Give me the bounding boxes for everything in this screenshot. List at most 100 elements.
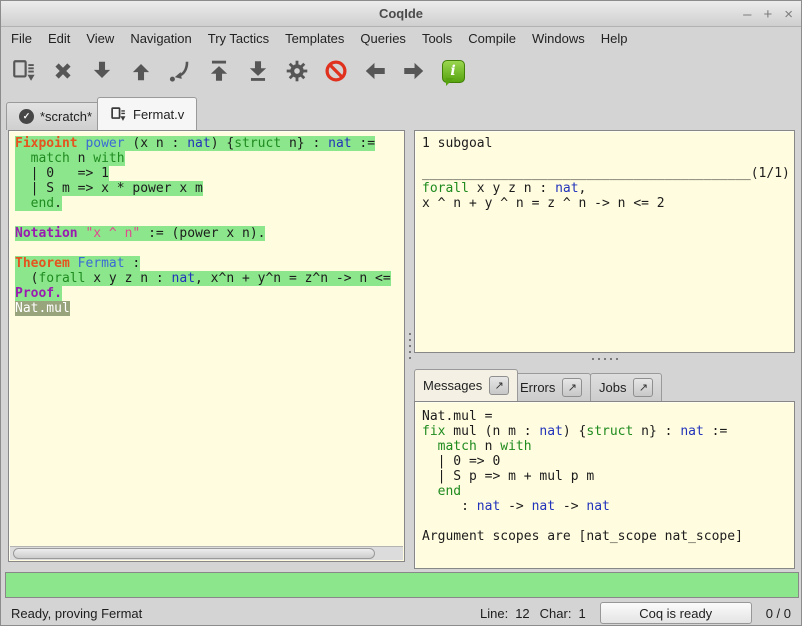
interrupt-button[interactable] [321, 56, 351, 86]
tab-messages-label: Messages [423, 378, 482, 393]
go-to-start-icon [206, 58, 232, 84]
close-doc-button[interactable] [48, 56, 78, 86]
line-value: 12 [515, 606, 529, 621]
line-label: Line: [480, 606, 508, 621]
status-message: Ready, proving Fermat [11, 606, 480, 621]
menu-item-windows[interactable]: Windows [524, 29, 593, 48]
interrupt-icon [323, 58, 349, 84]
code-line: x ^ n + y ^ n = z ^ n -> n <= 2 [422, 196, 794, 211]
tab-jobs-label: Jobs [599, 380, 626, 395]
code-line: match n with [15, 151, 403, 166]
code-line: (forall x y z n : nat, x^n + y^n = z^n -… [15, 271, 403, 286]
code-line [15, 211, 403, 226]
messages-view[interactable]: Nat.mul =fix mul (n m : nat) {struct n} … [415, 402, 794, 568]
goals-panel: 1 subgoal ______________________________… [414, 130, 795, 353]
horizontal-scrollbar[interactable] [10, 546, 403, 560]
forward-button[interactable] [399, 56, 429, 86]
window-title: CoqIde [1, 6, 801, 21]
tab-messages[interactable]: Messages [414, 369, 518, 401]
tab-scratch-label: *scratch* [40, 109, 92, 124]
document-tab-bar: *scratch* Fermat.v [1, 93, 801, 130]
goals-view[interactable]: 1 subgoal ______________________________… [415, 131, 794, 352]
menu-item-file[interactable]: File [3, 29, 40, 48]
about-info-icon: i [442, 60, 465, 83]
script-editor-panel: Fixpoint power (x n : nat) {struct n} : … [8, 130, 405, 562]
menu-item-help[interactable]: Help [593, 29, 636, 48]
menu-item-templates[interactable]: Templates [277, 29, 352, 48]
detach-errors-button[interactable] [562, 378, 582, 397]
coqide-window: CoqIde – + × FileEditViewNavigationTry T… [0, 0, 802, 626]
code-line: 1 subgoal [422, 136, 794, 151]
go-to-end-button[interactable] [243, 56, 273, 86]
go-up-button[interactable] [126, 56, 156, 86]
code-line: end. [15, 196, 403, 211]
code-line [422, 151, 794, 166]
go-down-button[interactable] [87, 56, 117, 86]
menu-item-try-tactics[interactable]: Try Tactics [200, 29, 277, 48]
code-line: | S p => m + mul p m [422, 469, 794, 484]
code-line: match n with [422, 439, 794, 454]
forward-arrow-icon [401, 58, 427, 84]
about-button[interactable]: i [438, 56, 468, 86]
save-button[interactable] [9, 56, 39, 86]
code-line: Fixpoint power (x n : nat) {struct n} : … [15, 136, 403, 151]
close-doc-icon [50, 58, 76, 84]
back-arrow-icon [362, 58, 388, 84]
close-icon[interactable]: × [784, 7, 793, 22]
tab-errors-label: Errors [520, 380, 555, 395]
code-line: forall x y z n : nat, [422, 181, 794, 196]
scrollbar-thumb[interactable] [13, 548, 375, 559]
tab-fermat-label: Fermat.v [133, 107, 184, 122]
menu-item-queries[interactable]: Queries [352, 29, 414, 48]
detach-messages-button[interactable] [489, 376, 509, 395]
preferences-button[interactable] [282, 56, 312, 86]
menu-item-view[interactable]: View [78, 29, 122, 48]
code-line: Argument scopes are [nat_scope nat_scope… [422, 529, 794, 544]
go-to-start-button[interactable] [204, 56, 234, 86]
tab-errors[interactable]: Errors [511, 373, 591, 401]
window-controls: – + × [743, 1, 793, 27]
toolbar: i [1, 49, 801, 93]
script-editor[interactable]: Fixpoint power (x n : nat) {struct n} : … [10, 132, 403, 545]
tab-scratch[interactable]: *scratch* [6, 102, 105, 130]
code-line: end [422, 484, 794, 499]
code-line: | 0 => 1 [15, 166, 403, 181]
char-value: 1 [578, 606, 585, 621]
menu-item-compile[interactable]: Compile [460, 29, 524, 48]
detach-jobs-button[interactable] [633, 378, 653, 397]
maximize-icon[interactable]: + [763, 7, 772, 22]
go-to-cursor-button[interactable] [165, 56, 195, 86]
down-arrow-icon [89, 58, 115, 84]
progress-strip [5, 572, 799, 598]
vertical-splitter[interactable] [405, 130, 414, 562]
go-to-end-icon [245, 58, 271, 84]
coq-status-widget: Coq is ready [600, 602, 752, 624]
char-label: Char: [540, 606, 572, 621]
status-right-cluster: Line: 12 Char: 1 Coq is ready 0 / 0 [480, 602, 791, 624]
tab-jobs[interactable]: Jobs [590, 373, 662, 401]
up-arrow-icon [128, 58, 154, 84]
worker-counter: 0 / 0 [766, 606, 791, 621]
messages-panel: Nat.mul =fix mul (n m : nat) {struct n} … [414, 401, 795, 569]
menu-item-navigation[interactable]: Navigation [122, 29, 199, 48]
horizontal-splitter[interactable] [414, 353, 795, 365]
menu-item-tools[interactable]: Tools [414, 29, 460, 48]
code-line: Theorem Fermat : [15, 256, 403, 271]
status-bar: Ready, proving Fermat Line: 12 Char: 1 C… [1, 599, 801, 626]
menu-item-edit[interactable]: Edit [40, 29, 78, 48]
code-line: Nat.mul [15, 301, 403, 316]
gear-icon [284, 58, 310, 84]
code-line: | 0 => 0 [422, 454, 794, 469]
minimize-icon[interactable]: – [743, 7, 751, 22]
code-line: ________________________________________… [422, 166, 794, 181]
save-icon [110, 106, 127, 123]
main-area: Fixpoint power (x n : nat) {struct n} : … [1, 130, 801, 569]
code-line: : nat -> nat -> nat [422, 499, 794, 514]
back-button[interactable] [360, 56, 390, 86]
go-to-cursor-icon [167, 58, 193, 84]
title-bar: CoqIde – + × [1, 1, 801, 27]
tab-fermat[interactable]: Fermat.v [97, 97, 197, 130]
code-line [15, 241, 403, 256]
menu-bar: FileEditViewNavigationTry TacticsTemplat… [1, 27, 801, 49]
save-icon [11, 58, 37, 84]
